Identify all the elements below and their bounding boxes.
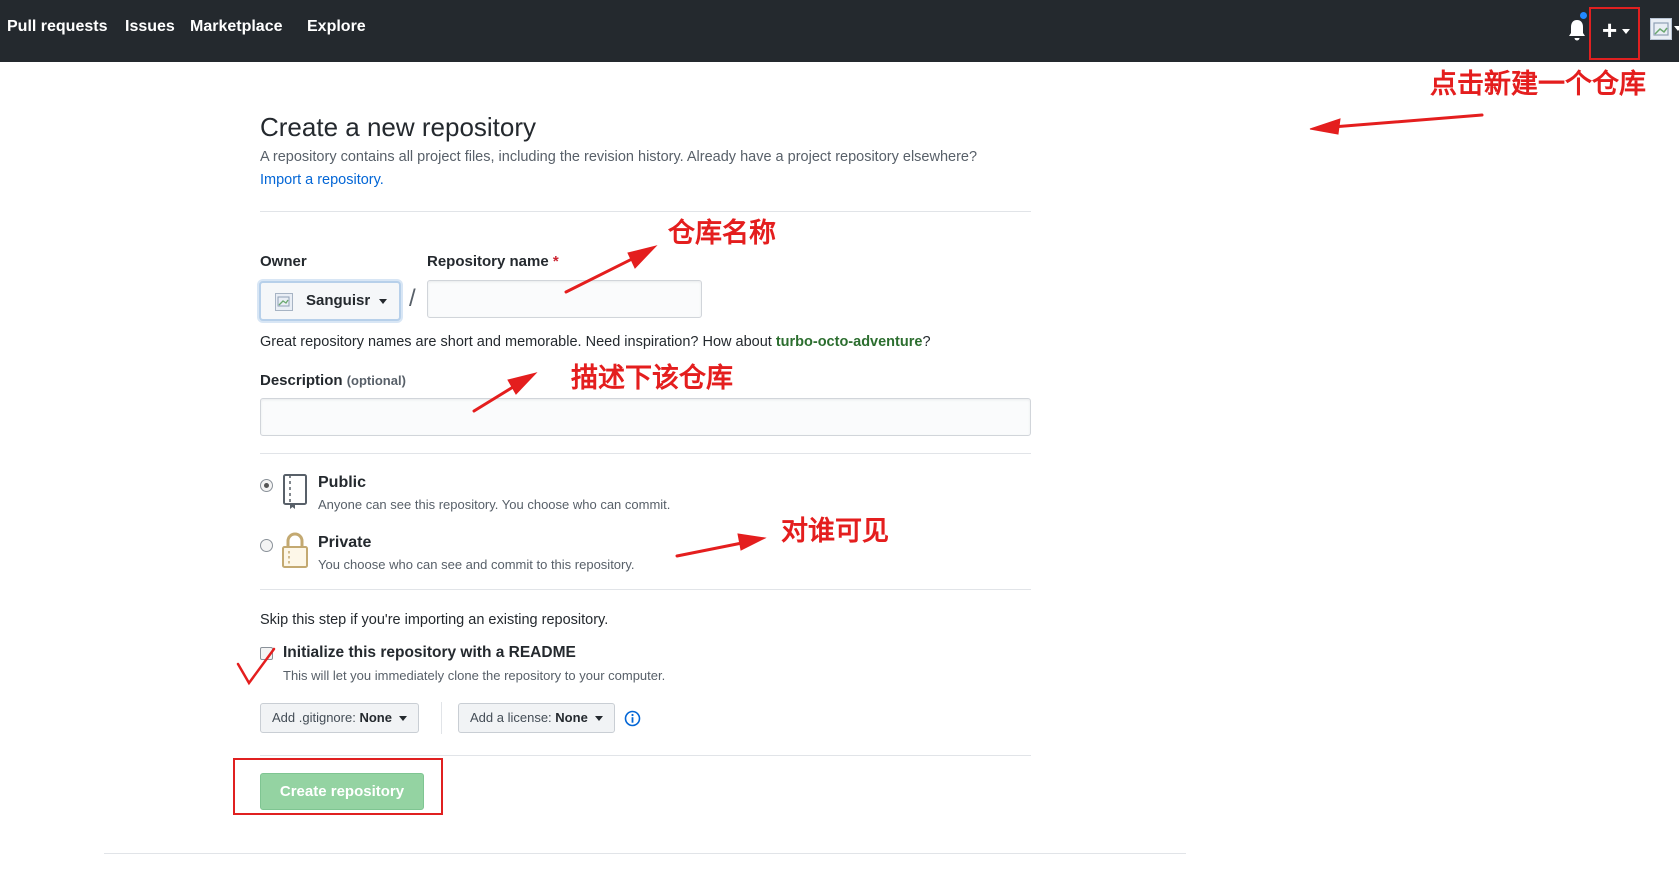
- annotation-description: 描述下该仓库: [571, 363, 733, 394]
- hint-suffix: ?: [922, 334, 931, 350]
- private-title: Private: [318, 534, 372, 551]
- footer-divider: [104, 853, 1186, 854]
- description-label-text: Description: [260, 372, 343, 389]
- readme-label[interactable]: Initialize this repository with a README: [283, 644, 576, 662]
- repo-book-icon: [283, 474, 307, 509]
- private-desc: You choose who can see and commit to thi…: [318, 557, 635, 572]
- license-prefix: Add a license:: [470, 710, 552, 725]
- description-input[interactable]: [260, 398, 1031, 436]
- nav-pull-requests[interactable]: Pull requests: [7, 18, 107, 36]
- license-select[interactable]: Add a license: None: [458, 703, 615, 733]
- public-title: Public: [318, 474, 367, 491]
- owner-label: Owner: [260, 253, 307, 270]
- info-icon[interactable]: [624, 710, 641, 727]
- hint-text: Great repository names are short and mem…: [260, 334, 776, 350]
- owner-select[interactable]: Sanguisr: [259, 281, 401, 321]
- avatar[interactable]: [1650, 18, 1672, 40]
- gitignore-select[interactable]: Add .gitignore: None: [260, 703, 419, 733]
- divider: [260, 453, 1031, 454]
- nav-issues[interactable]: Issues: [125, 18, 175, 36]
- bell-icon[interactable]: [1567, 18, 1587, 42]
- repo-name-label: Repository name *: [427, 253, 559, 270]
- divider: [260, 755, 1031, 756]
- chevron-down-icon: [594, 716, 603, 721]
- skip-step-text: Skip this step if you're importing an ex…: [260, 612, 609, 628]
- private-radio[interactable]: [260, 539, 273, 552]
- annotation-new-repo: 点击新建一个仓库: [1430, 69, 1646, 100]
- import-repository-link[interactable]: Import a repository.: [260, 172, 384, 188]
- chevron-down-icon: [379, 299, 387, 304]
- highlight-box-new-menu: [1589, 7, 1640, 60]
- description-label: Description (optional): [260, 372, 406, 389]
- public-radio[interactable]: [260, 479, 273, 492]
- lock-icon: [282, 532, 308, 568]
- notification-dot: [1578, 10, 1589, 21]
- avatar-chevron-icon: [1674, 26, 1679, 31]
- divider: [260, 211, 1031, 212]
- readme-desc: This will let you immediately clone the …: [283, 668, 666, 683]
- repo-name-input[interactable]: [427, 280, 702, 318]
- gitignore-value: None: [359, 710, 392, 725]
- license-value: None: [555, 710, 588, 725]
- chevron-down-icon: [398, 716, 407, 721]
- repo-name-hint: Great repository names are short and mem…: [260, 334, 931, 350]
- nav-marketplace[interactable]: Marketplace: [190, 18, 283, 36]
- divider: [441, 702, 442, 734]
- required-mark: *: [552, 253, 559, 270]
- repo-name-label-text: Repository name: [427, 253, 549, 270]
- owner-avatar: [275, 293, 293, 311]
- optional-tag: (optional): [346, 373, 406, 388]
- page-title: Create a new repository: [260, 112, 537, 142]
- public-desc: Anyone can see this repository. You choo…: [318, 497, 671, 512]
- page-subtitle: A repository contains all project files,…: [260, 149, 978, 165]
- annotation-visibility: 对谁可见: [781, 516, 889, 547]
- owner-name: Sanguisr: [306, 292, 371, 309]
- readme-checkbox[interactable]: [260, 647, 273, 660]
- highlight-box-create-button: [233, 758, 443, 815]
- annotation-repo-name: 仓库名称: [668, 218, 776, 249]
- owner-repo-separator: /: [409, 285, 416, 312]
- top-nav: Pull requests Issues Marketplace Explore…: [0, 0, 1679, 62]
- nav-explore[interactable]: Explore: [307, 18, 366, 36]
- gitignore-prefix: Add .gitignore:: [272, 710, 356, 725]
- name-suggestion-link[interactable]: turbo-octo-adventure: [776, 334, 923, 350]
- divider: [260, 589, 1031, 590]
